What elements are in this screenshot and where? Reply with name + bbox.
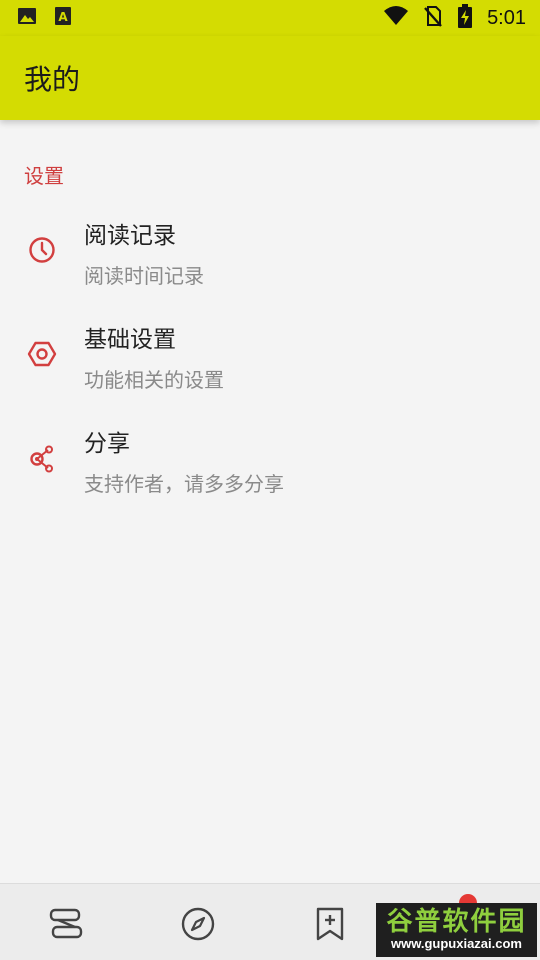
watermark-url: www.gupuxiazai.com [391, 936, 522, 951]
basic-settings-item[interactable]: 基础设置 功能相关的设置 [0, 306, 540, 410]
clock-icon [27, 235, 57, 265]
status-time: 5:01 [487, 6, 526, 29]
watermark-logo: 谷普软件园 www.gupuxiazai.com [376, 903, 537, 957]
svg-text:A: A [58, 10, 68, 24]
share-icon [27, 444, 57, 474]
setting-title: 基础设置 [84, 327, 176, 353]
setting-subtitle: 支持作者，请多多分享 [84, 472, 284, 496]
wifi-icon [383, 5, 409, 31]
bookmark-add-icon[interactable] [310, 904, 350, 944]
reading-history-item[interactable]: 阅读记录 阅读时间记录 [0, 202, 540, 306]
app-bar: 我的 [0, 36, 540, 120]
bookshelf-icon[interactable] [46, 904, 86, 944]
battery-charging-icon [457, 4, 473, 32]
watermark-title: 谷普软件园 [386, 907, 527, 937]
status-bar: A 5:01 [0, 0, 540, 36]
setting-subtitle: 阅读时间记录 [84, 264, 204, 288]
image-icon [16, 5, 38, 31]
no-sim-icon [423, 5, 443, 31]
setting-title: 分享 [84, 431, 130, 457]
page-title: 我的 [24, 63, 81, 96]
hexagon-settings-icon [27, 339, 57, 369]
setting-title: 阅读记录 [84, 223, 176, 249]
text-a-icon: A [52, 5, 74, 31]
section-header: 设置 [24, 164, 64, 188]
compass-icon[interactable] [178, 904, 218, 944]
setting-subtitle: 功能相关的设置 [84, 368, 224, 392]
share-item[interactable]: 分享 支持作者，请多多分享 [0, 410, 540, 514]
